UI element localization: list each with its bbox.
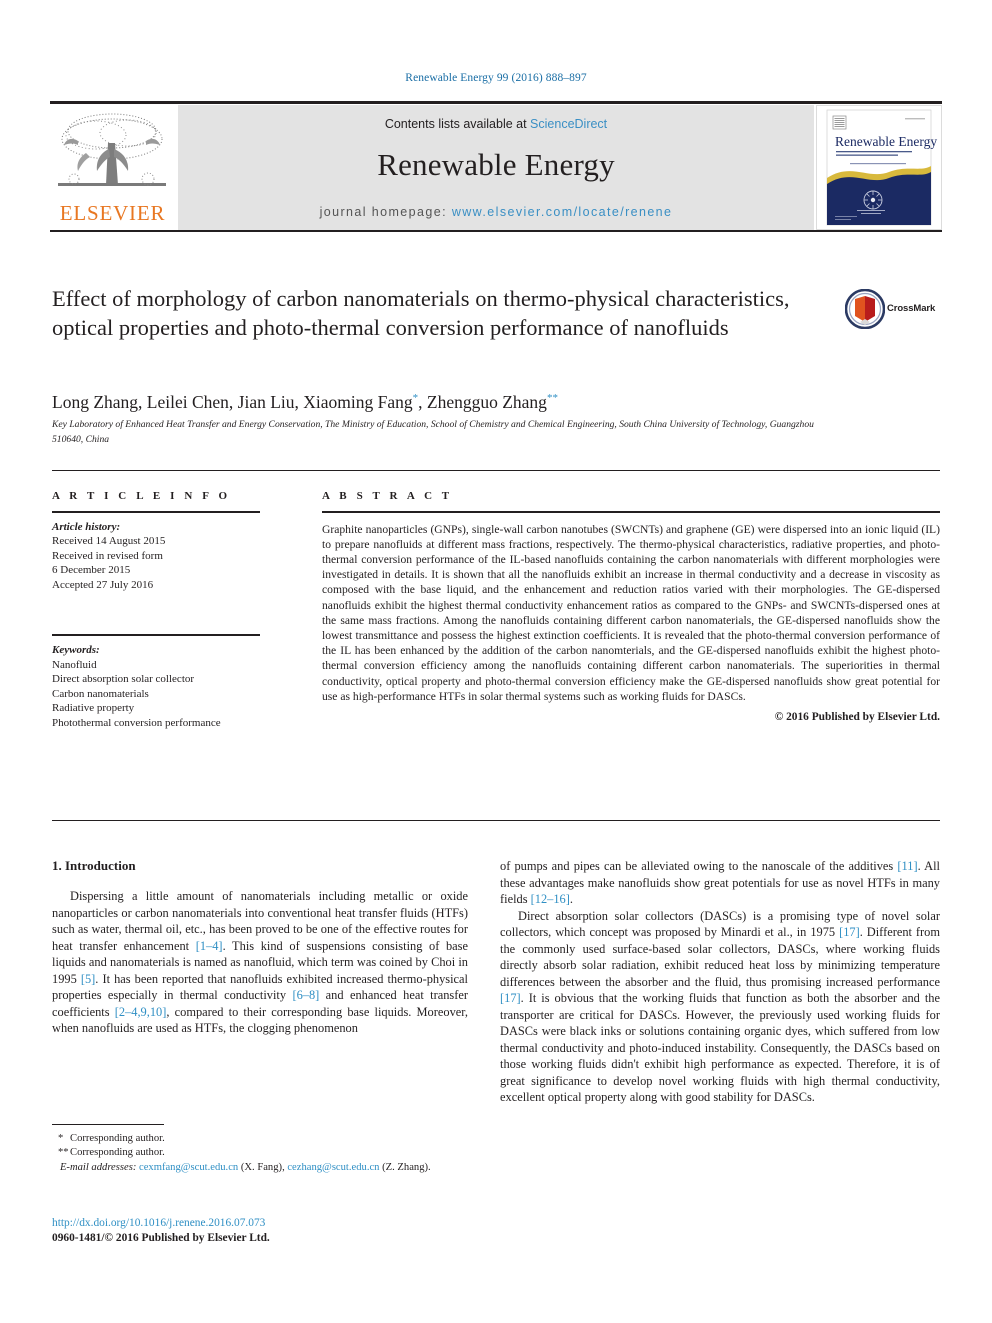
- running-head: Renewable Energy 99 (2016) 888–897: [405, 72, 587, 84]
- citation-ref[interactable]: [1–4]: [196, 939, 223, 953]
- email-link-fang[interactable]: cexmfang@scut.edu.cn: [139, 1162, 238, 1173]
- intro-paragraph-1-cont: of pumps and pipes can be alleviated owi…: [500, 858, 940, 908]
- crossmark-label: CrossMark: [887, 303, 936, 314]
- footnote-text: Corresponding author.: [70, 1147, 165, 1158]
- body-column-left: 1. Introduction Dispersing a little amou…: [52, 858, 468, 1037]
- footnote-emails: E-mail addresses: cexmfang@scut.edu.cn (…: [59, 1162, 431, 1173]
- keywords-label: Keywords:: [52, 643, 100, 656]
- citation-ref[interactable]: [5]: [81, 972, 95, 986]
- keywords-block: Keywords: Nanofluid Direct absorption so…: [52, 634, 292, 730]
- title-block: Effect of morphology of carbon nanomater…: [52, 285, 832, 342]
- sciencedirect-link[interactable]: ScienceDirect: [530, 117, 607, 131]
- abstract-heading: A B S T R A C T: [322, 490, 453, 502]
- author-footnote-mark-2[interactable]: **: [547, 392, 558, 404]
- history-line: Accepted 27 July 2016: [52, 578, 154, 591]
- intro-paragraph-1: Dispersing a little amount of nanomateri…: [52, 888, 468, 1037]
- elsevier-tree-icon: [56, 109, 168, 201]
- keyword-item: Nanofluid: [52, 658, 97, 671]
- elsevier-logo: ELSEVIER: [50, 105, 175, 230]
- intro-cont-c: .: [569, 892, 573, 906]
- issn-copyright: 0960-1481/© 2016 Published by Elsevier L…: [52, 1232, 270, 1244]
- journal-cover-thumbnail[interactable]: Renewable Energy: [816, 105, 942, 230]
- article-info-panel: A R T I C L E I N F O Article history: R…: [52, 490, 292, 731]
- article-history-label: Article history:: [52, 520, 121, 533]
- journal-homepage-link[interactable]: www.elsevier.com/locate/renene: [452, 205, 673, 219]
- article-info-heading: A R T I C L E I N F O: [52, 490, 231, 502]
- abstract-copyright: © 2016 Published by Elsevier Ltd.: [774, 710, 940, 723]
- crossmark-badge-icon: [844, 288, 886, 330]
- paper-title: Effect of morphology of carbon nanomater…: [52, 286, 790, 340]
- info-zone-top-rule: [52, 470, 940, 471]
- homepage-prefix: journal homepage:: [319, 205, 452, 219]
- svg-text:Renewable Energy: Renewable Energy: [835, 134, 937, 149]
- email-owner-fang: (X. Fang): [240, 1162, 283, 1173]
- affiliation: Key Laboratory of Enhanced Heat Transfer…: [52, 419, 814, 445]
- citation-ref[interactable]: [17]: [839, 925, 860, 939]
- footnote-mark-double-asterisk: **: [58, 1147, 69, 1158]
- author-names-last: , Zhengguo Zhang: [418, 392, 547, 412]
- footnote-corresponding-2: ** Corresponding author.: [52, 1146, 468, 1160]
- keyword-item: Direct absorption solar collector: [52, 673, 195, 686]
- journal-homepage-line: journal homepage: www.elsevier.com/locat…: [178, 205, 814, 219]
- email-owner-zhang: (Z. Zhang).: [382, 1162, 431, 1173]
- footnotes-block: * Corresponding author. ** Corresponding…: [52, 1124, 468, 1175]
- keyword-item: Radiative property: [52, 702, 135, 715]
- section-heading-introduction: 1. Introduction: [52, 858, 136, 873]
- contents-available-line: Contents lists available at ScienceDirec…: [178, 117, 814, 131]
- history-line: Received in revised form: [52, 549, 163, 562]
- footnote-mark-asterisk: *: [58, 1133, 64, 1144]
- abstract-panel: A B S T R A C T Graphite nanoparticles (…: [322, 490, 940, 723]
- info-zone-bottom-rule: [52, 820, 940, 821]
- masthead-bottom-rule: [50, 230, 942, 232]
- footnote-rule: [52, 1124, 164, 1125]
- email-link-zhang[interactable]: cezhang@scut.edu.cn: [287, 1162, 379, 1173]
- email-label: E-mail addresses:: [59, 1162, 137, 1173]
- doi-link[interactable]: http://dx.doi.org/10.1016/j.renene.2016.…: [52, 1216, 468, 1231]
- article-info-rule: [52, 511, 260, 513]
- contents-prefix: Contents lists available at: [384, 117, 531, 131]
- citation-ref[interactable]: [2–4,9,10]: [115, 1005, 167, 1019]
- abstract-text: Graphite nanoparticles (GNPs), single-wa…: [322, 522, 940, 703]
- dasc-text-c: . It is obvious that the working fluids …: [500, 991, 940, 1104]
- keyword-item: Photothermal conversion performance: [52, 716, 221, 729]
- doi-block: http://dx.doi.org/10.1016/j.renene.2016.…: [52, 1216, 468, 1246]
- abstract-rule: [322, 511, 940, 513]
- masthead-center-panel: Contents lists available at ScienceDirec…: [178, 105, 814, 230]
- article-history: Article history: Received 14 August 2015…: [52, 520, 292, 593]
- journal-title: Renewable Energy: [377, 147, 615, 182]
- crossmark-badge[interactable]: CrossMark: [844, 288, 941, 331]
- keyword-item: Carbon nanomaterials: [52, 687, 149, 700]
- author-names: Long Zhang, Leilei Chen, Jian Liu, Xiaom…: [52, 392, 413, 412]
- keywords-rule: [52, 634, 260, 636]
- journal-masthead: ELSEVIER Contents lists available at Sci…: [50, 101, 942, 233]
- paper-page: Renewable Energy 99 (2016) 888–897 ELSEV…: [0, 0, 992, 1323]
- citation-ref[interactable]: [12–16]: [531, 892, 570, 906]
- body-column-right: of pumps and pipes can be alleviated owi…: [500, 858, 940, 1106]
- citation-ref[interactable]: [17]: [500, 991, 521, 1005]
- footnote-text: Corresponding author.: [70, 1133, 165, 1144]
- history-line: Received 14 August 2015: [52, 535, 166, 548]
- intro-paragraph-2: Direct absorption solar collectors (DASC…: [500, 908, 940, 1106]
- author-list: Long Zhang, Leilei Chen, Jian Liu, Xiaom…: [52, 392, 852, 413]
- history-line: 6 December 2015: [52, 564, 131, 577]
- masthead-top-rule: [50, 101, 942, 104]
- footnote-corresponding-1: * Corresponding author.: [52, 1132, 468, 1146]
- elsevier-wordmark: ELSEVIER: [59, 201, 166, 225]
- citation-ref[interactable]: [11]: [897, 859, 917, 873]
- intro-cont-a: of pumps and pipes can be alleviated owi…: [500, 859, 898, 873]
- citation-ref[interactable]: [6–8]: [292, 988, 319, 1002]
